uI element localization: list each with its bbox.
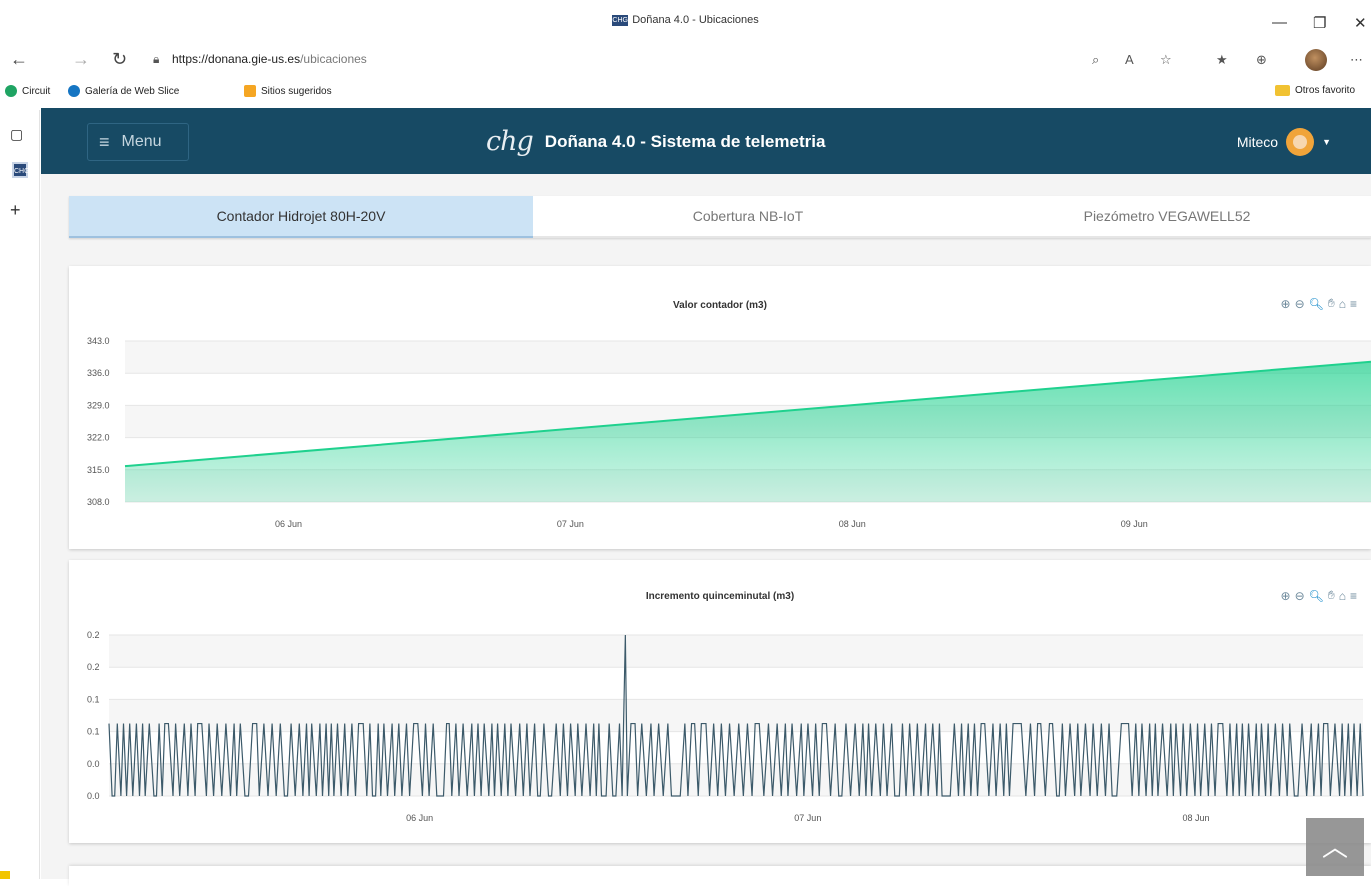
vertical-tab-rail: ▢ CHG + [0, 110, 40, 879]
bookmarks-bar: Circuit Galería de Web Slice Sitios suge… [0, 78, 1371, 106]
close-button[interactable]: ✕ [1354, 14, 1367, 32]
chg-tab-icon[interactable]: CHG [12, 162, 30, 178]
user-name: Miteco [1236, 134, 1279, 150]
url-host: https://donana.gie-us.es [172, 52, 301, 66]
other-favorites-label: Otros favorito [1295, 85, 1356, 96]
favorites-icon[interactable]: ★ [1216, 52, 1228, 68]
incremento-chart: 0.2 0.2 0.1 0.1 0.0 0.0 06 Jun 07 Jun 08 Jun [87, 630, 1364, 823]
bookmark-label: Galería de Web Slice [85, 85, 180, 97]
y-tick-label: 343.0 [87, 336, 110, 346]
minimize-button[interactable]: — [1272, 14, 1287, 31]
y-tick-label: 315.0 [87, 465, 110, 475]
back-arrow-icon[interactable]: ← [10, 50, 28, 68]
more-options-icon[interactable]: ⋯ [1350, 52, 1363, 68]
x-tick-label: 07 Jun [557, 519, 584, 529]
corner-marker [0, 871, 10, 879]
tab-actions-icon[interactable]: ▢ [10, 126, 23, 143]
folder-icon [1275, 85, 1290, 96]
brand: chg Doñana 4.0 - Sistema de telemetria [486, 126, 825, 157]
refresh-icon[interactable]: ↻ [112, 50, 127, 68]
tab-cobertura-nbiot[interactable]: Cobertura NB-IoT [533, 196, 963, 238]
y-tick-label: 322.0 [87, 433, 110, 443]
restore-button[interactable]: ❐ [1313, 14, 1326, 32]
chevron-up-icon: ︿ [1321, 832, 1348, 862]
y-tick-label: 329.0 [87, 400, 110, 410]
y-tick-label: 336.0 [87, 368, 110, 378]
collections-icon[interactable]: ⊕ [1256, 52, 1267, 68]
bookmark-circuit[interactable]: Circuit [5, 85, 50, 97]
x-tick-label: 09 Jun [1121, 519, 1148, 529]
other-favorites-folder[interactable]: Otros favorito [1275, 85, 1355, 96]
url-field[interactable]: https://donana.gie-us.es/ubicaciones [172, 52, 367, 66]
window-title-text: Doñana 4.0 - Ubicaciones [632, 14, 759, 26]
address-bar: ← → ↻ 🔒︎ https://donana.gie-us.es/ubicac… [0, 40, 1371, 78]
y-tick-label: 308.0 [87, 497, 110, 507]
y-tick-label: 0.2 [87, 662, 100, 672]
browser-profile-avatar[interactable] [1305, 49, 1327, 71]
bookmark-label: Circuit [22, 85, 51, 97]
x-tick-label: 08 Jun [839, 519, 866, 529]
scroll-to-top-button[interactable]: ︿ [1306, 818, 1364, 876]
y-tick-label: 0.1 [87, 727, 100, 737]
hamburger-icon: ≡ [99, 131, 110, 152]
bing-icon [244, 85, 256, 97]
chart-card-incremento: Incremento quinceminutal (m3) ⊕ ⊖ 🔍︎ ✋︎ … [69, 560, 1371, 843]
url-path: /ubicaciones [300, 52, 367, 66]
bookmark-web-slice[interactable]: Galería de Web Slice [68, 85, 179, 97]
grid-band [109, 635, 1363, 668]
x-tick-label: 07 Jun [794, 813, 821, 823]
tab-piezometro[interactable]: Piezómetro VEGAWELL52 [963, 196, 1371, 238]
grid-band [109, 699, 1363, 732]
app-header: ≡ Menu chg Doñana 4.0 - Sistema de telem… [41, 108, 1371, 174]
chg-logo: chg [486, 126, 534, 157]
device-tabs: Contador Hidrojet 80H-20V Cobertura NB-I… [69, 196, 1371, 238]
read-aloud-icon[interactable]: A [1125, 52, 1134, 67]
favorite-star-icon[interactable]: ☆ [1160, 52, 1172, 68]
bookmark-suggested-sites[interactable]: Sitios sugeridos [244, 85, 332, 97]
lock-icon[interactable]: 🔒︎ [153, 52, 159, 67]
chg-favicon-icon: CHG [612, 14, 629, 26]
forward-arrow-icon[interactable]: → [72, 50, 90, 68]
y-tick-label: 0.2 [87, 630, 100, 640]
user-menu[interactable]: Miteco ▼ [1237, 128, 1331, 156]
search-icon[interactable]: ⌕ [1092, 52, 1099, 68]
grid-band [125, 341, 1371, 374]
app-title: Doñana 4.0 - Sistema de telemetria [544, 131, 826, 151]
y-tick-label: 0.0 [87, 759, 100, 769]
user-avatar [1286, 128, 1315, 156]
x-tick-label: 06 Jun [275, 519, 302, 529]
chart-card-valor-contador: Valor contador (m3) ⊕ ⊖ 🔍︎ ✋︎ ⌂ ≡ 343.0 3… [69, 266, 1371, 549]
window-title: CHG Doñana 4.0 - Ubicaciones [0, 14, 1371, 26]
edge-icon [68, 85, 80, 97]
valor-contador-chart: 343.0 336.0 329.0 322.0 315.0 308.0 06 Jun 07 J… [87, 336, 1371, 529]
menu-label: Menu [121, 133, 162, 150]
y-tick-label: 0.1 [87, 694, 100, 704]
tab-contador-hidrojet[interactable]: Contador Hidrojet 80H-20V [69, 196, 533, 238]
y-tick-label: 0.0 [87, 791, 100, 801]
main-content: Contador Hidrojet 80H-20V Cobertura NB-I… [41, 174, 1371, 879]
menu-button[interactable]: ≡ Menu [87, 123, 189, 161]
x-tick-label: 08 Jun [1183, 813, 1210, 823]
new-tab-icon[interactable]: + [10, 200, 21, 221]
window-titlebar: CHG Doñana 4.0 - Ubicaciones — ❐ ✕ [0, 0, 1371, 40]
caret-down-icon: ▼ [1322, 137, 1331, 147]
bookmark-label: Sitios sugeridos [261, 85, 332, 97]
chart-card-next [69, 866, 1371, 886]
x-tick-label: 06 Jun [406, 813, 433, 823]
circuit-icon [5, 85, 17, 97]
